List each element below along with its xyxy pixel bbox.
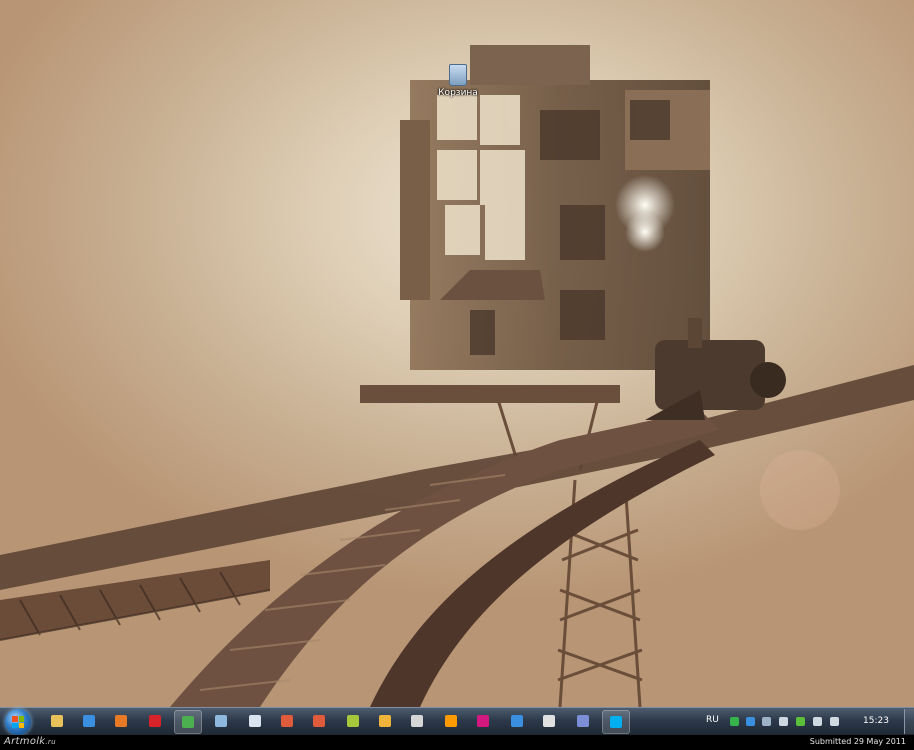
taskbar-button-firefox[interactable] bbox=[108, 710, 134, 732]
start-button[interactable] bbox=[5, 709, 31, 735]
taskbar-button-chrome[interactable] bbox=[174, 710, 202, 734]
site-watermark: Artmolk.ru bbox=[4, 736, 56, 747]
butterfly-app-icon bbox=[347, 715, 359, 727]
taskbar-button-calendar-app[interactable] bbox=[404, 710, 430, 732]
show-desktop-button[interactable] bbox=[904, 709, 914, 734]
shield-tray-icon[interactable] bbox=[730, 717, 739, 726]
brand-name: Artmolk bbox=[4, 736, 46, 747]
taskbar-button-bolt-app[interactable] bbox=[372, 710, 398, 732]
opera-icon bbox=[149, 715, 161, 727]
clock[interactable]: 15:23 bbox=[858, 716, 894, 726]
taskbar-button-skype[interactable] bbox=[602, 710, 630, 734]
device-tray-icon[interactable] bbox=[762, 717, 771, 726]
taskbar-button-opera[interactable] bbox=[142, 710, 168, 732]
taskbar-button-media-app[interactable] bbox=[570, 710, 596, 732]
lens-flare bbox=[760, 450, 840, 530]
firefox-icon bbox=[115, 715, 127, 727]
photoshop-icon bbox=[511, 715, 523, 727]
taskbar-button-gear-app[interactable] bbox=[274, 710, 300, 732]
taskbar-button-illustrator[interactable] bbox=[438, 710, 464, 732]
taskbar-button-document[interactable] bbox=[208, 710, 234, 732]
document-icon bbox=[215, 715, 227, 727]
internet-explorer-icon bbox=[83, 715, 95, 727]
taskbar-button-photoshop[interactable] bbox=[504, 710, 530, 732]
explorer-icon bbox=[51, 715, 63, 727]
chat-tray-icon[interactable] bbox=[779, 717, 788, 726]
language-indicator[interactable]: RU bbox=[706, 715, 719, 725]
watermark-bar: Artmolk.ru Submitted 29 May 2011 bbox=[0, 735, 914, 750]
notepad-icon bbox=[249, 715, 261, 727]
brand-domain: .ru bbox=[45, 738, 56, 746]
calendar-app-icon bbox=[411, 715, 423, 727]
taskbar: RU 15:23 bbox=[0, 707, 914, 735]
update-tray-icon[interactable] bbox=[746, 717, 755, 726]
chrome-icon bbox=[182, 716, 194, 728]
taskbar-button-flash-app[interactable] bbox=[306, 710, 332, 732]
flash-app-icon bbox=[313, 715, 325, 727]
recycle-bin-icon bbox=[449, 64, 467, 86]
indesign-icon bbox=[477, 715, 489, 727]
desktop-icon-label: Корзина bbox=[438, 88, 478, 98]
volume-tray-icon[interactable] bbox=[830, 717, 839, 726]
desktop-icon-recycle-bin[interactable]: Корзина bbox=[436, 64, 480, 98]
taskbar-button-butterfly-app[interactable] bbox=[340, 710, 366, 732]
lamp-glow bbox=[625, 212, 665, 252]
taskbar-button-notepad[interactable] bbox=[242, 710, 268, 732]
windows-start-orb-icon bbox=[12, 716, 24, 728]
network-tray-icon[interactable] bbox=[813, 717, 822, 726]
taskbar-button-internet-explorer[interactable] bbox=[76, 710, 102, 732]
messenger-tray-icon[interactable] bbox=[796, 717, 805, 726]
taskbar-button-unity[interactable] bbox=[536, 710, 562, 732]
taskbar-button-explorer[interactable] bbox=[44, 710, 70, 732]
unity-icon bbox=[543, 715, 555, 727]
submitted-date: Submitted 29 May 2011 bbox=[809, 737, 906, 746]
gear-app-icon bbox=[281, 715, 293, 727]
skype-icon bbox=[610, 716, 622, 728]
bolt-app-icon bbox=[379, 715, 391, 727]
media-app-icon bbox=[577, 715, 589, 727]
wallpaper-artwork bbox=[0, 45, 914, 707]
railway-bridge bbox=[0, 365, 914, 707]
taskbar-button-indesign[interactable] bbox=[470, 710, 496, 732]
desktop-wallpaper: Корзина bbox=[0, 0, 914, 707]
illustrator-icon bbox=[445, 715, 457, 727]
